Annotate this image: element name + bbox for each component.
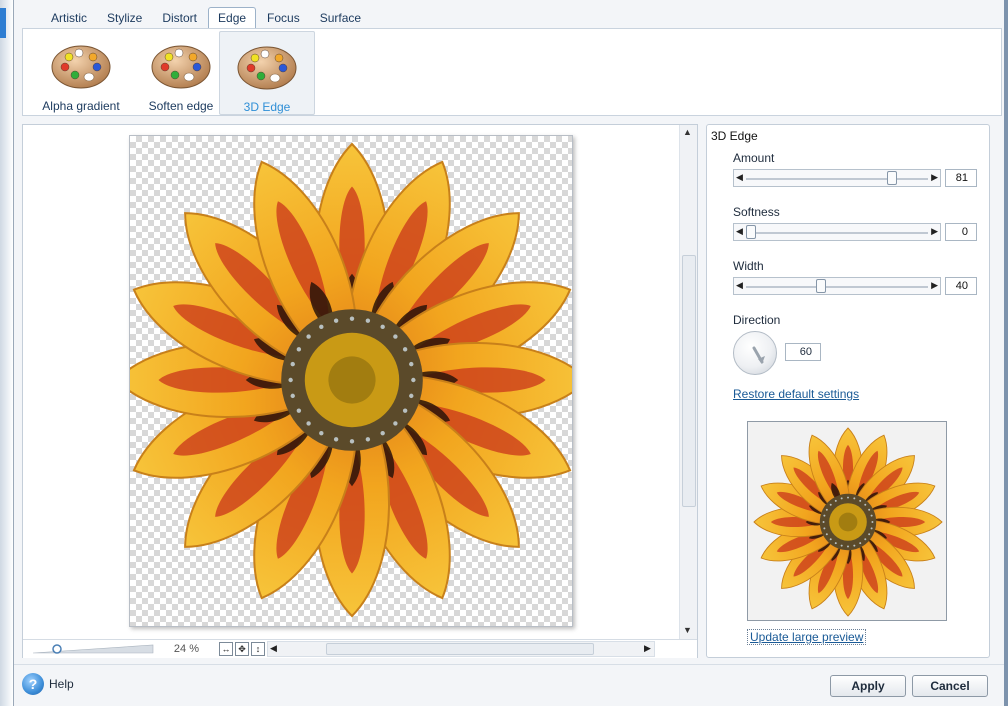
- direction-dial[interactable]: [733, 331, 777, 375]
- softness-label: Softness: [733, 205, 780, 219]
- tab-surface[interactable]: Surface: [311, 8, 370, 30]
- direction-value-field[interactable]: 60: [785, 343, 821, 361]
- effect-3d-edge[interactable]: 3D Edge: [219, 31, 315, 115]
- preview-canvas[interactable]: [129, 135, 573, 627]
- flower-image: [130, 142, 572, 618]
- window-edge-left: [0, 0, 14, 706]
- settings-title: 3D Edge: [711, 129, 758, 143]
- tab-artistic[interactable]: Artistic: [42, 8, 96, 30]
- tab-stylize[interactable]: Stylize: [98, 8, 151, 30]
- amount-label: Amount: [733, 151, 775, 165]
- zoom-level: 24 %: [173, 643, 199, 655]
- increase-arrow-icon[interactable]: ▶: [931, 280, 938, 291]
- softness-slider[interactable]: ◀ ▶: [733, 223, 941, 241]
- decrease-arrow-icon[interactable]: ◀: [736, 226, 743, 237]
- effects-dialog: Artistic Stylize Distort Edge Focus Surf…: [14, 0, 1004, 706]
- amount-control: Amount ◀ ▶ 81: [733, 151, 977, 187]
- settings-panel: 3D Edge Amount ◀ ▶ 81 Softness ◀ ▶ 0 Wid…: [706, 124, 990, 658]
- slider-knob[interactable]: [886, 171, 897, 185]
- effect-label: Alpha gradient: [42, 99, 120, 113]
- apply-button[interactable]: Apply: [830, 675, 906, 697]
- width-control: Width ◀ ▶ 40: [733, 259, 977, 295]
- cancel-button[interactable]: Cancel: [912, 675, 988, 697]
- preview-toolbar: 24 % ↔ ✥ ↕ ◀ ▶: [23, 639, 697, 658]
- tab-bar: Artistic Stylize Distort Edge Focus Surf…: [22, 0, 1002, 30]
- fit-all-icon[interactable]: ✥: [235, 642, 249, 656]
- help-link[interactable]: Help: [49, 677, 74, 691]
- window-edge-right: [1004, 0, 1008, 706]
- zoom-slider[interactable]: [31, 643, 155, 655]
- dialog-footer: ? Help Apply Cancel: [14, 664, 1004, 706]
- slider-track: [746, 232, 928, 234]
- effects-gallery: Alpha gradient Soften edge 3D Edge: [22, 28, 1002, 116]
- scroll-down-arrow-icon[interactable]: ▼: [683, 625, 692, 635]
- slider-track: [746, 178, 928, 180]
- increase-arrow-icon[interactable]: ▶: [931, 172, 938, 183]
- softness-value-field[interactable]: 0: [945, 223, 977, 241]
- amount-value-field[interactable]: 81: [945, 169, 977, 187]
- window-edge-accent: [0, 8, 6, 38]
- horizontal-scroll-thumb[interactable]: [326, 643, 594, 655]
- palette-icon: [51, 45, 111, 89]
- slider-knob[interactable]: [815, 279, 826, 293]
- width-value-field[interactable]: 40: [945, 277, 977, 295]
- effect-soften-edge[interactable]: Soften edge: [133, 31, 229, 115]
- decrease-arrow-icon[interactable]: ◀: [736, 172, 743, 183]
- scroll-left-arrow-icon[interactable]: ◀: [270, 643, 277, 654]
- scroll-up-arrow-icon[interactable]: ▲: [683, 127, 692, 137]
- fit-height-icon[interactable]: ↕: [251, 642, 265, 656]
- decrease-arrow-icon[interactable]: ◀: [736, 280, 743, 291]
- vertical-scroll-thumb[interactable]: [682, 255, 696, 507]
- update-preview-link[interactable]: Update large preview: [747, 629, 867, 645]
- width-label: Width: [733, 259, 764, 273]
- fit-width-icon[interactable]: ↔: [219, 642, 233, 656]
- effect-label: 3D Edge: [243, 100, 291, 114]
- effect-label: Soften edge: [148, 99, 214, 113]
- slider-knob[interactable]: [746, 225, 756, 239]
- increase-arrow-icon[interactable]: ▶: [931, 226, 938, 237]
- flower-thumbnail: [753, 427, 943, 617]
- palette-icon: [237, 46, 297, 90]
- effect-alpha-gradient[interactable]: Alpha gradient: [33, 31, 129, 115]
- palette-icon: [151, 45, 211, 89]
- direction-label: Direction: [733, 313, 781, 327]
- tab-distort[interactable]: Distort: [153, 8, 206, 30]
- tab-edge[interactable]: Edge: [208, 7, 257, 30]
- direction-arrow-icon: [752, 346, 765, 364]
- amount-slider[interactable]: ◀ ▶: [733, 169, 941, 187]
- help-icon[interactable]: ?: [22, 673, 44, 695]
- tab-focus[interactable]: Focus: [258, 8, 309, 30]
- scroll-right-arrow-icon[interactable]: ▶: [644, 643, 651, 654]
- vertical-scrollbar[interactable]: ▲ ▼: [679, 125, 697, 639]
- softness-control: Softness ◀ ▶ 0: [733, 205, 977, 241]
- slider-track: [746, 286, 928, 288]
- large-preview-area: ▲ ▼ 24 % ↔ ✥ ↕ ◀ ▶: [22, 124, 698, 658]
- small-preview: [747, 421, 947, 621]
- horizontal-scrollbar[interactable]: ◀ ▶: [267, 641, 655, 657]
- width-slider[interactable]: ◀ ▶: [733, 277, 941, 295]
- restore-defaults-link[interactable]: Restore default settings: [733, 387, 859, 401]
